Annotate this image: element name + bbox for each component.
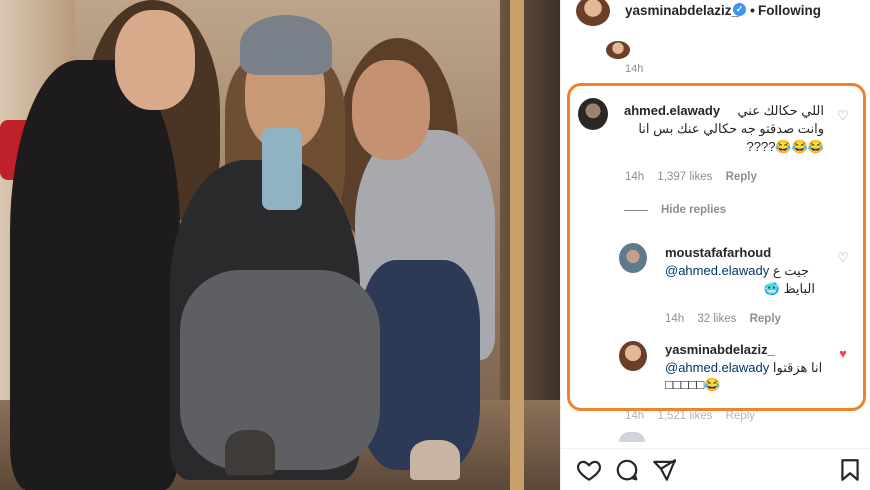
next-comment-meta: 14h 1,521 likes Reply xyxy=(625,410,765,422)
person-2-beanie xyxy=(240,15,332,75)
shoe xyxy=(225,430,275,475)
reply-meta: 14h 32 likes Reply xyxy=(665,313,791,325)
person-3-face xyxy=(352,60,430,160)
comment-text-line-2: وانت صدقتو جه حكالي عنك بس انا xyxy=(638,121,824,136)
reply-text: جيت ع xyxy=(769,263,809,278)
reply-text-line-2: □□□□□😂 xyxy=(665,376,825,393)
reply-username[interactable]: yasminabdelaziz_ xyxy=(665,342,775,357)
commenter-avatar[interactable] xyxy=(578,98,608,130)
reply-text: انا هزقتوا xyxy=(769,360,823,375)
next-comment-time: 14h xyxy=(625,410,645,422)
comment-text-line-3: ????😂😂😂 xyxy=(746,139,824,154)
author-username[interactable]: yasminabdelaziz_ xyxy=(625,3,739,18)
person-2-legs xyxy=(180,270,380,470)
reply-button[interactable]: Reply xyxy=(750,313,781,325)
comment-text-line-1: اللي حكالك عني xyxy=(737,103,824,118)
next-comment-avatar xyxy=(619,432,645,442)
comments-panel: yasminabdelaziz_ ✓ • Following 14h ahmed… xyxy=(560,0,870,490)
previous-comment-time: 14h xyxy=(625,63,644,75)
phone-in-hand xyxy=(262,128,302,210)
reply-button[interactable]: Reply xyxy=(726,171,757,183)
verified-badge-icon: ✓ xyxy=(733,3,746,16)
following-button[interactable]: Following xyxy=(758,3,821,18)
post-photo[interactable] xyxy=(0,0,560,490)
reply-text-line-1: @ahmed.elawady انا هزقتوا xyxy=(665,359,825,376)
reply-mention[interactable]: @ahmed.elawady xyxy=(665,263,769,278)
author-avatar[interactable] xyxy=(576,0,610,26)
post-header: yasminabdelaziz_ ✓ • Following xyxy=(561,0,870,30)
like-comment-heart-icon[interactable]: ♡ xyxy=(836,109,850,123)
hide-replies-divider xyxy=(624,210,648,211)
comment-time: 14h xyxy=(625,171,645,183)
comment-bubble-icon[interactable] xyxy=(614,457,640,483)
comment-likes[interactable]: 1,397 likes xyxy=(657,171,712,183)
reply-text-line-2: البايظ 🥶 xyxy=(763,281,815,296)
reply-text-line-1: @ahmed.elawady جيت ع xyxy=(665,262,815,279)
bookmark-icon[interactable] xyxy=(837,457,863,483)
reply-mention[interactable]: @ahmed.elawady xyxy=(665,360,769,375)
separator-dot: • xyxy=(750,2,755,18)
mirror-frame xyxy=(510,0,524,490)
reply-avatar[interactable] xyxy=(619,341,647,371)
liked-heart-icon[interactable]: ♥ xyxy=(836,347,850,361)
reply-username[interactable]: moustafafarhoud xyxy=(665,245,771,260)
previous-comment-avatar[interactable] xyxy=(606,41,630,59)
post-actions-bar xyxy=(561,448,870,490)
reply-emoji-boxes: □□□□□ xyxy=(665,377,705,392)
reply-likes[interactable]: 32 likes xyxy=(697,313,736,325)
heart-outline-icon[interactable] xyxy=(576,457,602,483)
hide-replies-button[interactable]: Hide replies xyxy=(661,204,726,216)
reply-avatar[interactable] xyxy=(619,243,647,273)
shoe xyxy=(410,440,460,480)
next-comment-reply[interactable]: Reply xyxy=(726,410,755,422)
next-comment-likes[interactable]: 1,521 likes xyxy=(657,410,712,422)
person-1-face xyxy=(115,10,195,110)
paper-plane-icon[interactable] xyxy=(651,457,677,483)
reply-emoji: 😂 xyxy=(704,377,721,392)
comment-meta: 14h 1,397 likes Reply xyxy=(625,171,767,183)
person-1-body xyxy=(10,60,180,490)
reply-time: 14h xyxy=(665,313,685,325)
like-reply-heart-icon[interactable]: ♡ xyxy=(836,251,850,265)
